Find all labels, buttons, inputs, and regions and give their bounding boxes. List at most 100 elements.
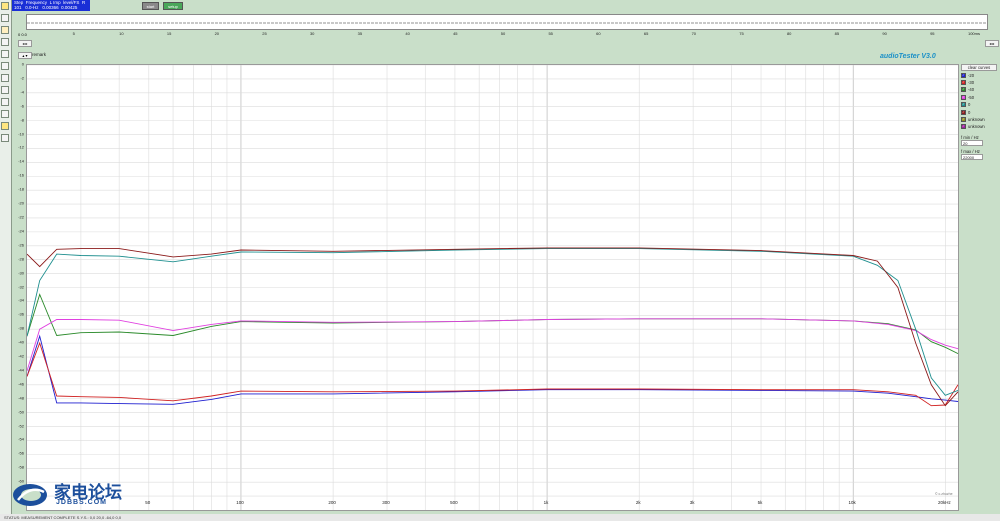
watermark-url: JDBBS.COM	[56, 499, 108, 506]
time-tick-label: 95	[930, 31, 935, 36]
curve-icon[interactable]	[1, 74, 9, 82]
legend-label: -20	[968, 72, 975, 78]
legend-label: unknown	[968, 124, 985, 130]
time-tick-label: 60	[596, 31, 601, 36]
x-tick-label: 1k	[543, 500, 549, 505]
y-tick-label: -48	[18, 395, 24, 401]
smile-icon[interactable]	[1, 122, 9, 130]
y-tick-label: -58	[18, 464, 24, 470]
readout-values: 101 0.0-Hz 0.00366 0.00425	[14, 5, 88, 10]
y-tick-label: -4	[20, 89, 24, 95]
y-tick-label: -38	[18, 325, 24, 331]
clock-icon[interactable]	[1, 110, 9, 118]
readout-step: 101	[14, 5, 22, 10]
time-tick-label: 10	[119, 31, 124, 36]
frequency-response-chart	[26, 64, 959, 510]
legend-checkbox[interactable]: ✓	[961, 109, 966, 115]
y-tick-label: -18	[18, 186, 24, 192]
y-tick-label: -30	[18, 270, 24, 276]
copyright-note: © c.zhuzhe	[935, 492, 953, 496]
legend-item[interactable]: ✓ unknown	[961, 123, 997, 130]
remark-label: remark	[32, 52, 47, 57]
time-tick-label: 70	[691, 31, 697, 36]
y-tick-label: -40	[18, 339, 24, 345]
y-tick-label: -6	[20, 103, 24, 109]
legend-checkbox[interactable]: ✓	[961, 124, 966, 130]
legend-label: 0	[968, 109, 971, 115]
y-tick-label: -36	[18, 311, 24, 317]
y-tick-label: -26	[18, 242, 24, 248]
legend-checkbox[interactable]: ✓	[961, 102, 966, 108]
legend-checkbox[interactable]: ✓	[961, 94, 966, 100]
distortion-icon[interactable]	[1, 98, 9, 106]
time-tick-label: 15	[166, 31, 172, 36]
legend-label: 0	[968, 102, 971, 108]
y-tick-label: -28	[18, 256, 24, 262]
legend-label: -50	[968, 94, 975, 100]
setup-button[interactable]: setup	[163, 2, 183, 10]
readout-level-l: 0.00366	[42, 5, 59, 10]
time-tick-label: 85	[834, 31, 840, 36]
folder-icon[interactable]	[1, 2, 9, 10]
meter-icon[interactable]	[1, 86, 9, 94]
level-zoom-stepper[interactable]: ▴ ▾	[18, 52, 32, 59]
time-tick-label: 55	[548, 31, 553, 36]
y-tick-label: -32	[18, 284, 24, 289]
x-tick-label: 10k	[848, 500, 856, 505]
x-tick-label: 100	[236, 500, 244, 505]
time-scroll-stepper[interactable]: ◂ ▸	[985, 40, 999, 47]
series-line-4	[26, 248, 959, 396]
waveform-icon[interactable]	[1, 26, 9, 34]
series-line-2	[26, 293, 959, 355]
curve-legend: clear curves ✓ -20 ✓ -30 ✓ -40 ✓ -50 ✓ 0 ✓ 0 ✓ unknow…	[961, 64, 997, 160]
legend-checkbox[interactable]: ✓	[961, 79, 966, 85]
series-line-3	[26, 318, 959, 372]
start-button[interactable]: start	[142, 2, 159, 10]
legend-item[interactable]: ✓ 0	[961, 108, 997, 115]
clear-curves-button[interactable]: clear curves	[961, 64, 997, 72]
legend-checkbox[interactable]: ✓	[961, 87, 966, 93]
legend-item[interactable]: ✓ -30	[961, 79, 997, 86]
legend-item[interactable]: ✓ -40	[961, 86, 997, 93]
measurement-readout: Step Frequency L Imp level/FS R 101 0.0-…	[12, 0, 90, 11]
legend-checkbox[interactable]: ✓	[961, 116, 966, 122]
legend-item[interactable]: ✓ 0	[961, 101, 997, 108]
y-tick-label: -16	[18, 172, 24, 178]
legend-label: -40	[968, 87, 975, 93]
legend-checkbox[interactable]: ✓	[961, 72, 966, 78]
time-tick-label: 40	[405, 31, 410, 36]
y-tick-label: 0	[21, 61, 24, 67]
legend-item[interactable]: ✓ -50	[961, 94, 997, 101]
y-tick-label: -50	[18, 409, 24, 415]
fmin-input[interactable]: 20	[961, 139, 983, 146]
time-tick-label: 35	[357, 31, 363, 36]
legend-item[interactable]: ✓ -20	[961, 71, 997, 78]
time-tick-label: 80	[786, 31, 792, 36]
clear-curves-label: clear curves	[967, 65, 991, 71]
y-tick-label: -8	[20, 117, 24, 123]
x-tick-label: 5k	[757, 500, 763, 505]
y-tick-label: -42	[18, 353, 24, 359]
time-tick-label: 20	[214, 31, 220, 36]
readout-unit: -Hz	[31, 5, 39, 10]
frequency-response-plot[interactable]	[26, 64, 959, 511]
x-tick-label: 20kHz	[937, 500, 951, 505]
save-icon[interactable]	[1, 14, 9, 22]
spectrum-icon[interactable]	[1, 38, 9, 46]
legend-item[interactable]: ✓ unknown	[961, 116, 997, 123]
y-tick-label: -44	[18, 367, 24, 373]
time-scale: 5 10 15 20 25 30 35 40 45 50 55 60 65 70 75 80 85 90 95 100…	[18, 31, 988, 39]
fmax-input[interactable]: 22000	[961, 153, 983, 160]
time-tick-label: 50	[500, 31, 506, 36]
left-toolbar	[0, 0, 12, 521]
time-tick-label: 45	[453, 31, 458, 36]
legend-label: unknown	[968, 116, 985, 122]
heart-icon[interactable]	[1, 134, 9, 142]
x-tick-label: 500	[450, 500, 458, 505]
y-tick-label: -56	[18, 450, 24, 456]
time-zoom-stepper[interactable]: ◂ ▸	[18, 40, 32, 47]
y-tick-label: -2	[20, 75, 24, 81]
level-icon[interactable]	[1, 62, 9, 70]
scope-icon[interactable]	[1, 50, 9, 58]
time-domain-panel	[26, 14, 988, 30]
